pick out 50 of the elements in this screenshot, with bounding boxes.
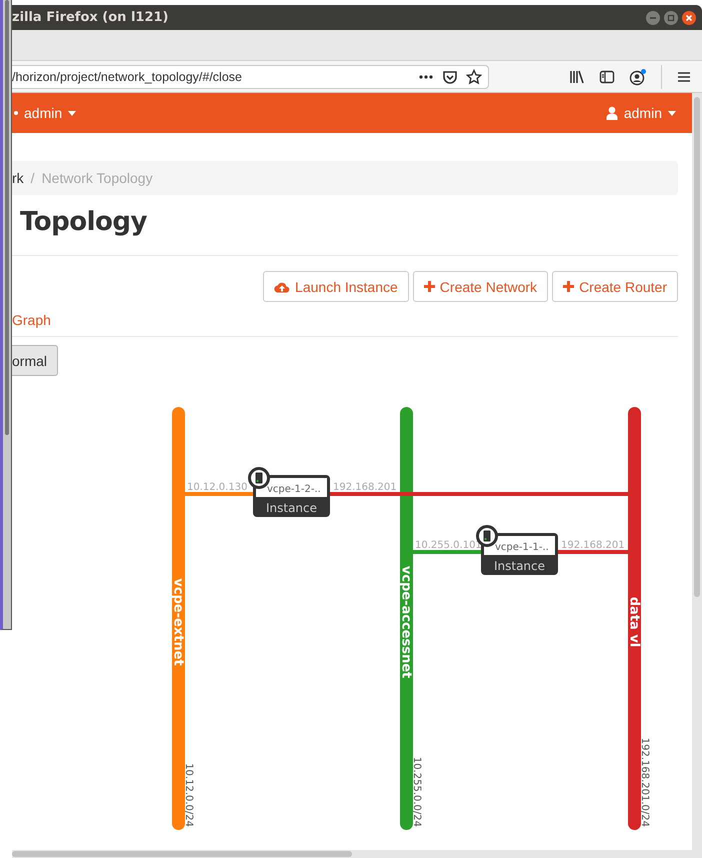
horizontal-scrollbar[interactable] <box>12 850 702 858</box>
toggle-labels-button[interactable]: ormal <box>12 345 58 376</box>
network-name: vcpe-accessnet <box>398 566 414 678</box>
pocket-icon[interactable] <box>442 68 458 84</box>
window-title: zilla Firefox (on l121) <box>12 10 168 25</box>
instance-type: Instance <box>494 559 546 573</box>
library-icon[interactable] <box>569 68 585 84</box>
subnet-label: 10.12.0.0/24 <box>183 763 194 827</box>
ip-label: 10.255.0.101 <box>415 540 482 551</box>
breadcrumb-separator: / <box>30 170 35 186</box>
project-dropdown[interactable]: admin <box>12 105 76 121</box>
subnet-label: 192.168.201.0/24 <box>639 738 650 827</box>
plus-icon <box>563 281 574 292</box>
ip-label: 10.12.0.130 <box>187 482 248 493</box>
dot-icon <box>14 111 18 115</box>
page-title: Topology <box>20 207 148 239</box>
breadcrumb-link[interactable]: rk <box>12 170 24 186</box>
link-line <box>558 550 628 554</box>
star-icon[interactable] <box>466 68 482 84</box>
instance-card[interactable] <box>481 533 558 575</box>
instance-card[interactable] <box>253 475 330 517</box>
network-bar[interactable] <box>400 407 413 830</box>
scrollbar-thumb[interactable] <box>5 0 9 435</box>
vertical-scrollbar[interactable] <box>692 93 702 850</box>
ip-label: 192.168.201 <box>333 482 397 493</box>
instance-name: vcpe-1-1-.. <box>495 542 549 553</box>
subnet-label: 10.255.0.0/24 <box>411 756 422 827</box>
action-button[interactable]: Create Router <box>552 271 678 302</box>
user-dropdown[interactable]: admin <box>606 105 676 121</box>
action-button[interactable]: Create Network <box>412 271 548 302</box>
tab[interactable]: Graph <box>12 312 51 328</box>
link-line <box>184 492 253 496</box>
instance-type: Instance <box>266 501 318 515</box>
network-bar[interactable] <box>628 407 641 830</box>
user-icon <box>606 106 618 120</box>
address-field[interactable]: /horizon/project/network_topology/#/close <box>12 64 489 88</box>
ip-label: 192.168.201 <box>561 540 625 551</box>
minimize-button[interactable] <box>646 10 660 24</box>
cloud-upload-icon <box>274 280 290 292</box>
network-bar[interactable] <box>172 407 185 830</box>
account-icon[interactable] <box>629 68 647 86</box>
sidebar-icon[interactable] <box>599 68 615 84</box>
action-button[interactable]: Launch Instance <box>263 271 409 302</box>
instance-name: vcpe-1-2-.. <box>267 484 321 495</box>
breadcrumb-current: Network Topology <box>42 170 153 186</box>
close-button[interactable] <box>682 10 696 24</box>
link-line <box>412 550 481 554</box>
network-name: vcpe-extnet <box>170 578 186 666</box>
plus-icon <box>424 281 435 292</box>
network-name: data vl <box>626 596 642 648</box>
